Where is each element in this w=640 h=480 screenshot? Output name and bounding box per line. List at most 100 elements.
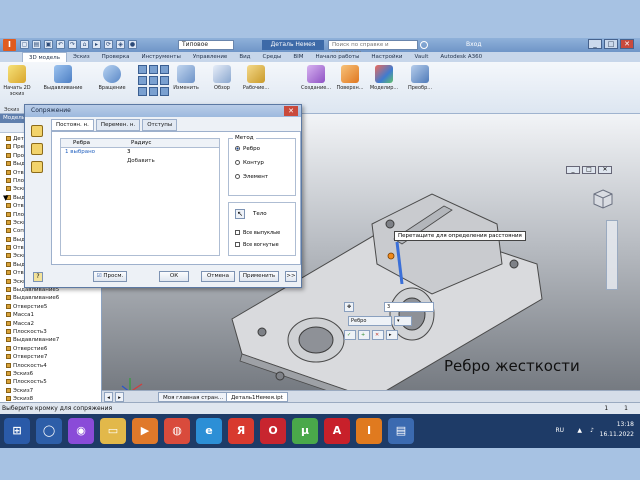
chamfer-icon[interactable]	[160, 65, 169, 74]
help-icon[interactable]: ?	[33, 272, 43, 282]
mini-apply-button[interactable]: ✓	[344, 330, 356, 340]
explore-button[interactable]: Обзор	[206, 65, 238, 91]
mini-options-button[interactable]: ▾	[394, 316, 412, 326]
grip-point[interactable]	[387, 252, 395, 260]
tab-inspect[interactable]: Проверка	[96, 52, 136, 62]
browser-tree-item[interactable]: Отверстие6	[0, 345, 101, 353]
save-icon[interactable]: ▣	[44, 40, 53, 49]
surface-button[interactable]: Поверхн...	[334, 65, 366, 91]
work-features-button[interactable]: Рабочие...	[240, 65, 272, 91]
all-rounds-checkbox[interactable]: Все вогнутые	[235, 241, 279, 249]
file-explorer-icon[interactable]: ▭	[100, 418, 126, 444]
navigation-bar[interactable]	[606, 220, 618, 290]
tab-sketch[interactable]: Эскиз	[67, 52, 96, 62]
tab-manage[interactable]: Управление	[187, 52, 234, 62]
volume-icon[interactable]: ♪	[590, 426, 594, 436]
hole-icon[interactable]	[138, 65, 147, 74]
mini-cancel-button[interactable]: ✕	[372, 330, 384, 340]
tab-setbacks[interactable]: Отступы	[142, 119, 178, 131]
tab-variable[interactable]: Перемен. н.	[95, 119, 141, 131]
network-icon[interactable]: ▲	[577, 426, 582, 436]
pdf-reader-icon[interactable]: A	[324, 418, 350, 444]
cancel-button[interactable]: Отмена	[201, 271, 235, 282]
full-round-fillet-icon[interactable]	[31, 161, 43, 173]
all-fillets-checkbox[interactable]: Все выпуклые	[235, 229, 280, 237]
edge-icon[interactable]: e	[196, 418, 222, 444]
solid-select-icon[interactable]: ↖	[235, 209, 245, 219]
shell-icon[interactable]	[138, 76, 147, 85]
draft-icon[interactable]	[149, 76, 158, 85]
inventor-taskbar-icon[interactable]: I	[356, 418, 382, 444]
browser-tree-item[interactable]: Эскиз7	[0, 387, 101, 395]
browser-tree-item[interactable]: Плоскость4	[0, 362, 101, 370]
mini-more-button[interactable]: ▸	[386, 330, 398, 340]
tab-nav-first[interactable]: ◂	[104, 392, 113, 402]
browser-tree-item[interactable]: Выдавливание7	[0, 336, 101, 344]
undo-icon[interactable]: ↶	[56, 40, 65, 49]
yandex-icon[interactable]: Я	[228, 418, 254, 444]
browser-tree-item[interactable]: Отверстие7	[0, 353, 101, 361]
thread-icon[interactable]	[160, 76, 169, 85]
method-feature-radio[interactable]: Элемент	[235, 173, 268, 181]
modify-button[interactable]: Изменить	[170, 65, 202, 91]
extrude-button[interactable]: Выдавливание	[40, 65, 86, 91]
rib-icon[interactable]	[138, 87, 147, 96]
search-icon[interactable]: ◯	[36, 418, 62, 444]
tab-get-started[interactable]: Начало работы	[310, 52, 366, 62]
tab-view[interactable]: Вид	[233, 52, 256, 62]
browser-tree-item[interactable]: Масса1	[0, 311, 101, 319]
browser-tree-item[interactable]: Масса2	[0, 320, 101, 328]
tab-tools[interactable]: Инструменты	[135, 52, 186, 62]
tab-a360[interactable]: Autodesk A360	[434, 52, 488, 62]
opera-icon[interactable]: O	[260, 418, 286, 444]
create-button[interactable]: Создание...	[300, 65, 332, 91]
doc-close-button[interactable]: ✕	[598, 166, 612, 174]
edge-selection-cell[interactable]: 1 выбрано	[61, 148, 123, 157]
search-icon[interactable]	[420, 41, 428, 49]
add-edge-set[interactable]: Добавить	[61, 157, 219, 166]
doc-minimize-button[interactable]: _	[566, 166, 580, 174]
folder-icon[interactable]: ▤	[388, 418, 414, 444]
sign-in-label[interactable]: Вход	[466, 40, 482, 50]
style-combo[interactable]: Типовое	[178, 40, 234, 50]
edge-fillet-icon[interactable]	[31, 125, 43, 137]
clock-date[interactable]: 16.11.2022	[600, 430, 634, 440]
alice-icon[interactable]: ◉	[68, 418, 94, 444]
revolve-button[interactable]: Вращение	[92, 65, 132, 91]
view-cube[interactable]	[592, 188, 614, 210]
tab-bim[interactable]: BIM	[287, 52, 309, 62]
tab-home-page[interactable]: Моя главная стран...	[158, 392, 229, 402]
media-player-icon[interactable]: ▶	[132, 418, 158, 444]
combine-icon[interactable]	[160, 87, 169, 96]
method-edge-radio[interactable]: Ребро	[235, 145, 260, 153]
tab-nav-last[interactable]: ▸	[115, 392, 124, 402]
select-icon[interactable]: ▸	[92, 40, 101, 49]
start-sketch-button[interactable]: Начать 2D эскиз	[2, 65, 32, 97]
select-mode-dropdown[interactable]: Ребро	[348, 316, 392, 326]
browser-tree-item[interactable]: Эскиз6	[0, 370, 101, 378]
radius-cell[interactable]: 3	[123, 148, 185, 157]
mini-move-handle[interactable]: ✥	[344, 302, 354, 312]
app-logo[interactable]: I	[3, 39, 16, 51]
split-icon[interactable]	[149, 87, 158, 96]
fillet-icon[interactable]	[149, 65, 158, 74]
preview-checkbox[interactable]: ☑ Просм.	[93, 271, 127, 282]
apply-button[interactable]: Применить	[239, 271, 279, 282]
redo-icon[interactable]: ↷	[68, 40, 77, 49]
torrent-icon[interactable]: μ	[292, 418, 318, 444]
mini-ok-button[interactable]: +	[358, 330, 370, 340]
table-row[interactable]: 1 выбрано 3	[61, 148, 219, 157]
browser-tree-item[interactable]: Плоскость5	[0, 378, 101, 386]
simulation-button[interactable]: Моделир...	[368, 65, 400, 91]
tab-vault[interactable]: Vault	[408, 52, 434, 62]
tab-3d-model[interactable]: 3D модель	[22, 52, 67, 62]
method-loop-radio[interactable]: Контур	[235, 159, 264, 167]
tab-constant[interactable]: Постоян. н.	[51, 119, 94, 131]
close-button[interactable]: ✕	[620, 39, 634, 49]
language-indicator[interactable]: RU	[555, 426, 564, 436]
tab-settings[interactable]: Настройки	[365, 52, 408, 62]
tab-environments[interactable]: Среды	[256, 52, 287, 62]
open-icon[interactable]: ▤	[32, 40, 41, 49]
chrome-icon[interactable]: ◍	[164, 418, 190, 444]
new-icon[interactable]: ▢	[20, 40, 29, 49]
